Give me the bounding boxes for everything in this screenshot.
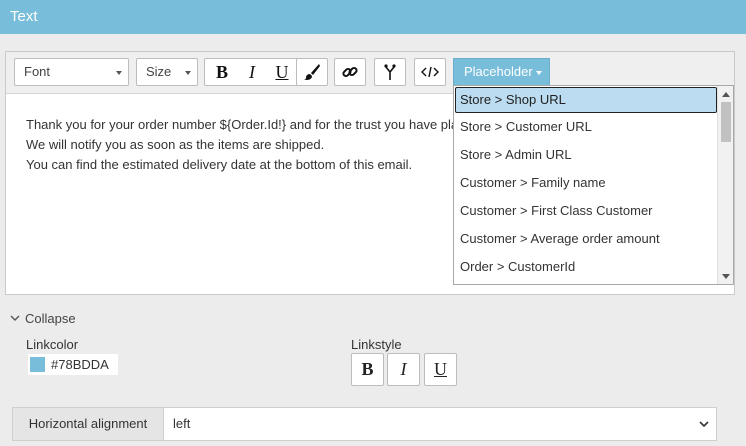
horizontal-alignment-select[interactable]: left xyxy=(173,408,703,440)
collapse-label: Collapse xyxy=(25,310,76,326)
chevron-down-icon xyxy=(185,71,191,75)
code-icon xyxy=(421,66,439,78)
italic-button[interactable]: I xyxy=(237,59,267,85)
placeholder-dropdown-button[interactable]: Placeholder xyxy=(453,58,550,86)
menu-item-first-class-customer[interactable]: Customer > First Class Customer xyxy=(455,198,717,224)
font-select-label: Font xyxy=(24,64,51,79)
editor-line: You can find the estimated delivery date… xyxy=(26,157,413,172)
editor-content[interactable]: Thank you for your order number ${Order.… xyxy=(26,115,456,175)
menu-item-shop-url[interactable]: Store > Shop URL xyxy=(455,87,717,113)
scroll-down-icon[interactable] xyxy=(722,274,730,279)
collapse-toggle[interactable]: Collapse xyxy=(8,309,76,327)
condition-button[interactable] xyxy=(374,58,406,86)
chevron-down-icon xyxy=(536,71,542,75)
bold-button[interactable]: B xyxy=(207,59,237,85)
linkcolor-picker[interactable]: #78BDDA xyxy=(28,354,118,375)
menu-item-admin-url[interactable]: Store > Admin URL xyxy=(455,142,717,168)
paint-brush-icon xyxy=(304,64,320,80)
linkstyle-label: Linkstyle xyxy=(351,337,402,352)
menu-item-family-name[interactable]: Customer > Family name xyxy=(455,170,717,196)
placeholder-menu: Store > Shop URL Store > Customer URL St… xyxy=(453,85,734,285)
panel-title: Text xyxy=(0,0,746,34)
text-format-group: B I U xyxy=(204,58,298,86)
placeholder-label: Placeholder xyxy=(464,64,533,79)
linkstyle-bold-button[interactable]: B xyxy=(351,353,384,386)
color-swatch xyxy=(30,357,45,372)
underline-button[interactable]: U xyxy=(267,59,297,85)
linkcolor-value: #78BDDA xyxy=(51,357,109,372)
size-select-label: Size xyxy=(146,64,172,79)
linkstyle-underline-button[interactable]: U xyxy=(424,353,457,386)
chevron-down-icon xyxy=(10,315,20,321)
menu-scrollbar[interactable] xyxy=(717,86,733,284)
font-select[interactable]: Font xyxy=(14,58,129,86)
menu-item-average-order-amount[interactable]: Customer > Average order amount xyxy=(455,226,717,252)
editor-line: We will notify you as soon as the items … xyxy=(26,137,325,152)
scroll-up-icon[interactable] xyxy=(722,92,730,97)
scrollbar-thumb[interactable] xyxy=(721,102,731,142)
horizontal-alignment-label: Horizontal alignment xyxy=(13,408,164,440)
menu-item-customer-id[interactable]: Order > CustomerId xyxy=(455,254,717,280)
source-code-button[interactable] xyxy=(414,58,446,86)
linkcolor-label: Linkcolor xyxy=(26,337,79,352)
insert-link-button[interactable] xyxy=(334,58,366,86)
link-icon xyxy=(342,66,358,78)
size-select[interactable]: Size xyxy=(136,58,198,86)
chevron-down-icon xyxy=(116,71,122,75)
menu-item-customer-url[interactable]: Store > Customer URL xyxy=(455,114,717,140)
editor-line: Thank you for your order number ${Order.… xyxy=(26,117,456,132)
fork-icon xyxy=(384,64,396,80)
horizontal-alignment-field: Horizontal alignment left xyxy=(12,407,717,441)
linkstyle-italic-button[interactable]: I xyxy=(387,353,420,386)
text-color-button[interactable] xyxy=(296,58,328,86)
chevron-down-icon[interactable] xyxy=(698,418,710,430)
